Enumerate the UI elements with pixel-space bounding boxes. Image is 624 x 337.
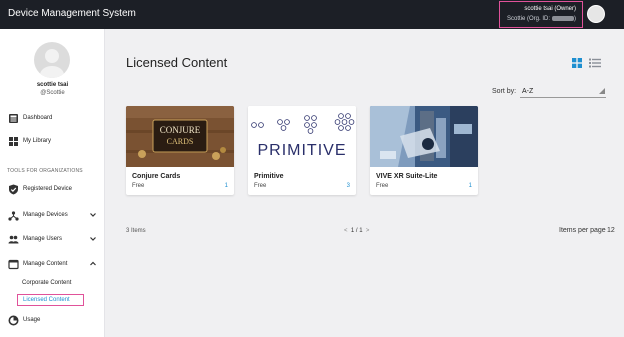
library-icon (9, 137, 18, 146)
sidebar-item-usage[interactable]: Usage (0, 314, 105, 328)
card-title: Conjure Cards (132, 173, 181, 180)
org-id-suffix: ) (574, 16, 576, 23)
app-title: Device Management System (8, 8, 136, 19)
page-title: Licensed Content (126, 55, 228, 70)
sort-select[interactable]: A-Z (520, 84, 606, 98)
section-label: TOOLS FOR ORGANIZATIONS (7, 168, 83, 174)
conjure-logo-text: CONJURE (160, 125, 201, 135)
card-price: Free (254, 183, 267, 189)
sidebar-item-manage-devices[interactable]: Manage Devices (0, 209, 105, 223)
sort-label: Sort by: (492, 88, 517, 95)
org-id-prefix: Scottie (Org. ID: (506, 16, 550, 23)
usage-icon (8, 315, 19, 326)
page-indicator: 1 / 1 (350, 228, 363, 234)
content-icon (8, 259, 19, 270)
content-card-primitive[interactable]: PRIMITIVE Primitive Free 3 (248, 106, 356, 195)
sidebar-item-label: Manage Users (23, 236, 63, 242)
chevron-down-icon[interactable] (89, 234, 97, 244)
sidebar-item-dashboard[interactable]: Dashboard (0, 112, 105, 126)
items-per-page-select[interactable]: 12 (607, 227, 615, 234)
avatar[interactable] (587, 5, 605, 23)
grid-view-icon[interactable] (572, 58, 582, 68)
card-count: 3 (346, 183, 350, 189)
sidebar: scottie tsai @Scottie Dashboard My Libra… (0, 29, 105, 337)
sidebar-item-library[interactable]: My Library (0, 135, 105, 149)
primitive-thumbnail: PRIMITIVE (248, 106, 356, 167)
sidebar-item-label: My Library (23, 138, 52, 144)
top-bar: Device Management System scottie tsai (O… (0, 0, 624, 29)
card-title: VIVE XR Suite-Lite (376, 173, 438, 180)
shield-icon (9, 184, 18, 195)
content-card-vive-xr-suite-lite[interactable]: VIVE XR Suite-Lite Free 1 (370, 106, 478, 195)
profile-avatar (34, 42, 70, 78)
org-id-redacted (552, 16, 574, 21)
card-count: 1 (224, 183, 228, 189)
dropdown-caret-icon (599, 88, 605, 94)
sidebar-item-registered-device[interactable]: Registered Device (0, 183, 105, 197)
profile-name: scottie tsai (36, 82, 69, 88)
cards-logo-text: CARDS (167, 137, 194, 146)
user-org-id: Scottie (Org. ID:) (507, 16, 576, 22)
sidebar-item-label: Registered Device (23, 186, 73, 192)
sidebar-item-licensed-content[interactable]: Licensed Content (17, 294, 84, 306)
sort-value: A-Z (522, 88, 534, 95)
sidebar-item-manage-users[interactable]: Manage Users (0, 233, 105, 247)
user-name: scottie tsai (Owner) (524, 6, 576, 12)
card-price: Free (132, 183, 145, 189)
chevron-up-icon[interactable] (89, 259, 97, 269)
next-page-button[interactable]: > (366, 228, 370, 234)
dashboard-icon (9, 114, 18, 123)
profile-handle: @Scottie (40, 90, 65, 96)
list-view-icon[interactable] (589, 58, 601, 68)
card-price: Free (376, 183, 389, 189)
users-icon (8, 235, 19, 244)
card-count: 1 (468, 183, 472, 189)
items-per-page-label: Items per page (559, 227, 606, 234)
sidebar-item-label: Dashboard (23, 115, 53, 121)
sidebar-item-label: Manage Devices (23, 212, 68, 218)
sidebar-item-label: Manage Content (23, 261, 68, 267)
pagination: < 1 / 1 > (344, 228, 369, 234)
sidebar-item-corporate-content[interactable]: Corporate Content (17, 278, 76, 290)
sidebar-item-manage-content[interactable]: Manage Content (0, 258, 105, 272)
user-info-box[interactable]: scottie tsai (Owner) Scottie (Org. ID:) (499, 1, 583, 28)
prev-page-button[interactable]: < (344, 228, 348, 234)
sidebar-item-label: Usage (23, 317, 41, 323)
chevron-down-icon[interactable] (89, 210, 97, 220)
card-title: Primitive (254, 173, 284, 180)
vive-xr-suite-thumbnail (370, 106, 478, 167)
conjure-cards-thumbnail: CONJURE CARDS (126, 106, 234, 167)
items-count: 3 Items (126, 228, 146, 234)
primitive-logo-text: PRIMITIVE (257, 142, 346, 159)
content-card-conjure-cards[interactable]: CONJURE CARDS Conjure Cards Free 1 (126, 106, 234, 195)
devices-icon (8, 211, 19, 221)
